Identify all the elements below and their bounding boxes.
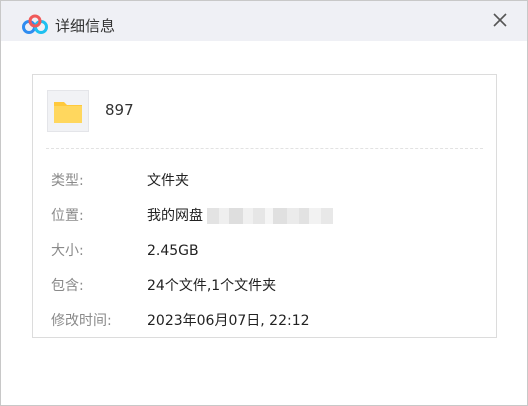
folder-thumbnail	[47, 90, 89, 132]
size-label: 大小:	[51, 243, 84, 259]
modified-value: 2023年06月07日, 22:12	[147, 313, 310, 329]
type-label: 类型:	[51, 173, 84, 189]
location-value-wrap: 我的网盘	[147, 206, 333, 226]
row-location: 位置: 我的网盘	[51, 206, 481, 226]
baidu-netdisk-logo-icon	[22, 14, 48, 34]
folder-icon	[54, 102, 82, 123]
folder-name: 897	[105, 101, 134, 119]
details-panel: 897 类型: 文件夹 位置: 我的网盘 大小: 2.45GB 包含: 24个文…	[32, 74, 497, 338]
location-label: 位置:	[51, 208, 84, 224]
location-value: 我的网盘	[147, 208, 203, 224]
row-modified: 修改时间: 2023年06月07日, 22:12	[51, 311, 481, 331]
title-bar: 详细信息	[1, 1, 527, 41]
type-value: 文件夹	[147, 173, 189, 189]
contains-label: 包含:	[51, 278, 84, 294]
details-dialog: 详细信息 897 类型: 文件夹 位置: 我的网盘 大小: 2.45GB 包含:…	[0, 0, 528, 406]
row-size: 大小: 2.45GB	[51, 241, 481, 261]
redacted-path	[207, 208, 333, 224]
divider	[46, 148, 483, 149]
close-icon[interactable]	[487, 7, 513, 33]
dialog-title: 详细信息	[55, 17, 116, 35]
contains-value: 24个文件,1个文件夹	[147, 278, 277, 294]
row-contains: 包含: 24个文件,1个文件夹	[51, 276, 481, 296]
row-type: 类型: 文件夹	[51, 171, 481, 191]
modified-label: 修改时间:	[51, 313, 112, 329]
size-value: 2.45GB	[147, 243, 199, 259]
